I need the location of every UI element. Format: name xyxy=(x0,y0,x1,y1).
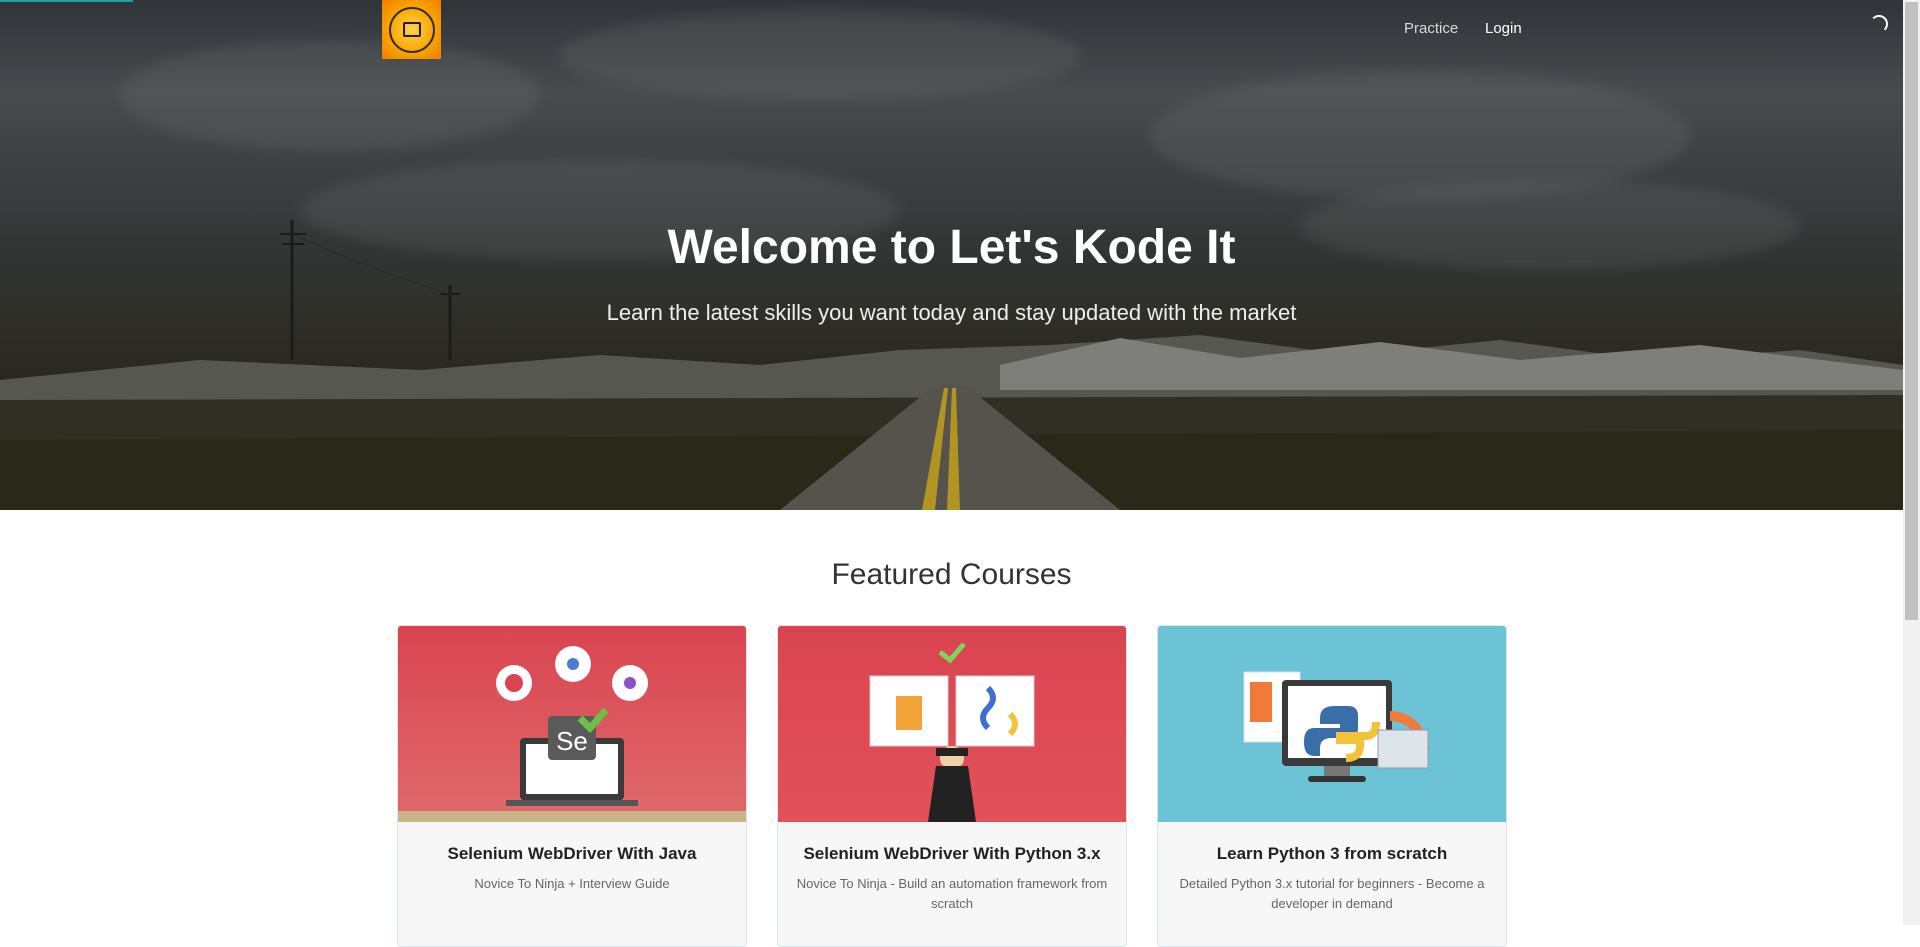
course-title[interactable]: Learn Python 3 from scratch xyxy=(1166,844,1498,864)
computer-screen-icon xyxy=(402,22,421,37)
hero-title: Welcome to Let's Kode It xyxy=(667,221,1236,274)
course-description: Novice To Ninja + Interview Guide xyxy=(474,876,670,891)
site-logo[interactable] xyxy=(382,0,441,59)
loading-progress-bar xyxy=(0,0,133,2)
nav-link-practice[interactable]: Practice xyxy=(1404,20,1458,37)
nav-link-login[interactable]: Login xyxy=(1485,20,1522,37)
course-title[interactable]: Selenium WebDriver With Python 3.x xyxy=(786,844,1118,864)
course-card[interactable]: Learn Python 3 from scratch Detailed Pyt… xyxy=(1157,625,1507,947)
selenium-java-icon: Se xyxy=(398,626,746,822)
course-card[interactable]: Selenium WebDriver With Python 3.x Novic… xyxy=(777,625,1127,947)
python-monitor-icon xyxy=(1158,626,1506,822)
course-description: Detailed Python 3.x tutorial for beginne… xyxy=(1179,876,1485,911)
course-description: Novice To Ninja - Build an automation fr… xyxy=(796,876,1108,911)
featured-courses-heading: Featured Courses xyxy=(831,558,1072,591)
svg-text:Se: Se xyxy=(556,726,588,756)
course-card[interactable]: Se Selenium WebDriver With Java Novice T… xyxy=(397,625,747,947)
scrollbar-thumb[interactable] xyxy=(1905,2,1918,620)
hero-subtitle: Learn the latest skills you want today a… xyxy=(606,300,1297,325)
loading-spinner-icon xyxy=(1870,15,1888,33)
course-title[interactable]: Selenium WebDriver With Java xyxy=(406,844,738,864)
top-navbar: Practice Login xyxy=(0,0,1903,60)
selenium-python-icon xyxy=(778,626,1126,822)
logo-emblem-icon xyxy=(388,6,435,53)
page-scrollbar[interactable] xyxy=(1903,0,1920,925)
